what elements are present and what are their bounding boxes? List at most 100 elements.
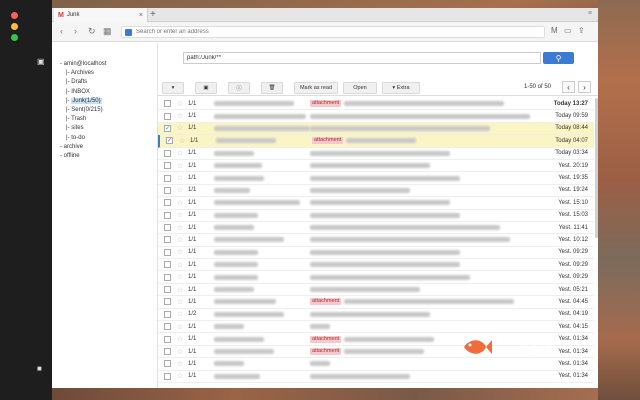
row-checkbox[interactable]: [164, 261, 171, 269]
row-checkbox[interactable]: [164, 348, 171, 355]
folder-trash[interactable]: |- Trash: [60, 115, 106, 124]
open-button[interactable]: Open: [343, 82, 377, 94]
row-checkbox[interactable]: [164, 236, 171, 244]
star-icon[interactable]: ☆: [177, 186, 183, 194]
message-row[interactable]: ☆ 1/1 Yest. 09:29: [158, 271, 594, 284]
star-icon[interactable]: ☆: [177, 360, 183, 368]
info-button[interactable]: ⓘ: [228, 82, 250, 94]
row-checkbox[interactable]: [164, 149, 171, 157]
star-icon[interactable]: ☆: [177, 372, 183, 380]
message-row[interactable]: ✓ ☆ 1/1 attachment Today 04:07: [158, 135, 594, 148]
row-checkbox[interactable]: [164, 298, 171, 306]
message-row[interactable]: ☆ 1/1 Yest. 09:29: [158, 247, 594, 260]
row-checkbox[interactable]: [164, 323, 171, 331]
star-icon[interactable]: ☆: [177, 273, 183, 281]
star-icon[interactable]: ☆: [177, 335, 183, 343]
folder-junk[interactable]: |- Junk(1/50): [60, 97, 106, 106]
delete-button[interactable]: 🗑: [261, 82, 283, 94]
row-checkbox[interactable]: ✓: [164, 124, 171, 132]
star-icon[interactable]: ☆: [177, 298, 183, 306]
message-row[interactable]: ☆ 1/1 Yest. 19:24: [158, 185, 594, 198]
star-icon[interactable]: ☆: [177, 100, 183, 108]
extra-button[interactable]: ▾ Extra: [382, 82, 420, 94]
message-row[interactable]: ☆ 1/1 Yest. 20:19: [158, 160, 594, 173]
message-row[interactable]: ☆ 1/1 Yest. 11:41: [158, 222, 594, 235]
tab-junk[interactable]: M Junk ×: [54, 8, 148, 22]
row-checkbox[interactable]: [164, 112, 171, 120]
message-row[interactable]: ☆ 1/1 Yest. 05:21: [158, 284, 594, 297]
folder-archives[interactable]: |- Archives: [60, 69, 106, 78]
message-row[interactable]: ☆ 1/1 attachment Yest. 04:45: [158, 296, 594, 309]
url-bar[interactable]: [121, 26, 545, 38]
mark-as-read-button[interactable]: Mark as read: [294, 82, 338, 94]
star-icon[interactable]: ☆: [177, 310, 183, 318]
row-checkbox[interactable]: [164, 224, 171, 232]
folder-to-do[interactable]: |- to-do: [60, 134, 106, 143]
camera-icon[interactable]: ▣: [37, 57, 45, 66]
select-dropdown-button[interactable]: ▾: [162, 82, 184, 94]
tab-menu-icon[interactable]: ≡: [588, 10, 592, 17]
forward-icon[interactable]: ›: [74, 26, 77, 36]
url-input[interactable]: [136, 29, 516, 35]
message-row[interactable]: ☆ 1/1 Today 03:34: [158, 148, 594, 160]
message-row[interactable]: ☆ 1/1 Yest. 15:10: [158, 197, 594, 210]
prev-page-button[interactable]: ‹: [562, 81, 575, 93]
star-icon[interactable]: ☆: [177, 149, 183, 157]
folder-sent[interactable]: |- Sent(0/215): [60, 106, 106, 115]
account-node[interactable]: - amin@localhost: [60, 60, 106, 69]
panel-toggle-icon[interactable]: ■: [37, 364, 42, 373]
star-icon[interactable]: ☆: [177, 124, 183, 132]
star-icon[interactable]: ☆: [177, 323, 183, 331]
star-icon[interactable]: ☆: [177, 224, 183, 232]
star-icon[interactable]: ☆: [177, 348, 183, 356]
message-row[interactable]: ☆ 1/2 Yest. 04:19: [158, 309, 594, 322]
star-icon[interactable]: ☆: [177, 199, 183, 207]
search-input[interactable]: [183, 52, 541, 64]
row-checkbox[interactable]: [164, 286, 171, 294]
message-list-scrollbar[interactable]: [595, 98, 598, 238]
message-row[interactable]: ☆ 1/1 Yest. 01:34: [158, 371, 594, 383]
row-checkbox[interactable]: [164, 372, 171, 380]
message-row[interactable]: ☆ 1/1 Yest. 04:15: [158, 321, 594, 334]
minimize-window-button[interactable]: [11, 23, 18, 30]
row-checkbox[interactable]: [164, 211, 171, 219]
message-row[interactable]: ☆ 1/1 Today 09:59: [158, 110, 594, 123]
star-icon[interactable]: ☆: [177, 112, 183, 120]
row-checkbox[interactable]: [164, 248, 171, 256]
row-checkbox[interactable]: [164, 310, 171, 318]
message-row[interactable]: ☆ 1/1 Yest. 09:29: [158, 259, 594, 272]
row-checkbox[interactable]: [164, 335, 171, 343]
row-checkbox[interactable]: [164, 199, 171, 207]
star-icon[interactable]: ☆: [177, 248, 183, 256]
folder-sites[interactable]: |- sites: [60, 124, 106, 133]
message-row[interactable]: ☆ 1/1 Yest. 19:35: [158, 172, 594, 185]
star-icon[interactable]: ☆: [177, 174, 183, 182]
close-window-button[interactable]: [11, 12, 18, 19]
folder-inbox[interactable]: |- INBOX: [60, 88, 106, 97]
row-checkbox[interactable]: ✓: [166, 137, 173, 145]
grid-icon[interactable]: ▦: [103, 26, 112, 37]
search-button[interactable]: ⚲: [543, 52, 574, 64]
folder-archive[interactable]: - archive: [60, 143, 106, 152]
back-icon[interactable]: ‹: [60, 26, 63, 36]
star-icon[interactable]: ☆: [177, 236, 183, 244]
row-checkbox[interactable]: [164, 174, 171, 182]
archive-button[interactable]: ▣: [195, 82, 217, 94]
share-icon[interactable]: ⇪: [578, 26, 585, 35]
star-icon[interactable]: ☆: [177, 261, 183, 269]
message-row[interactable]: ☆ 1/1 Yest. 15:03: [158, 210, 594, 222]
new-tab-icon[interactable]: +: [150, 9, 156, 20]
folder-drafts[interactable]: |- Drafts: [60, 78, 106, 87]
folder-offline[interactable]: - offline: [60, 152, 106, 161]
bookmark-icon[interactable]: ▭: [564, 26, 572, 35]
message-row[interactable]: ☆ 1/1 attachment Today 13:27: [158, 98, 594, 111]
gmail-extension-icon[interactable]: M: [551, 26, 558, 35]
row-checkbox[interactable]: [164, 162, 171, 170]
star-icon[interactable]: ☆: [177, 162, 183, 170]
message-row[interactable]: ✓ ☆ 1/1 Today 08:44: [158, 122, 594, 136]
next-page-button[interactable]: ›: [578, 81, 591, 93]
row-checkbox[interactable]: [164, 360, 171, 368]
message-row[interactable]: ☆ 1/1 Yest. 10:12: [158, 234, 594, 247]
star-icon[interactable]: ☆: [177, 211, 183, 219]
star-icon[interactable]: ☆: [177, 286, 183, 294]
